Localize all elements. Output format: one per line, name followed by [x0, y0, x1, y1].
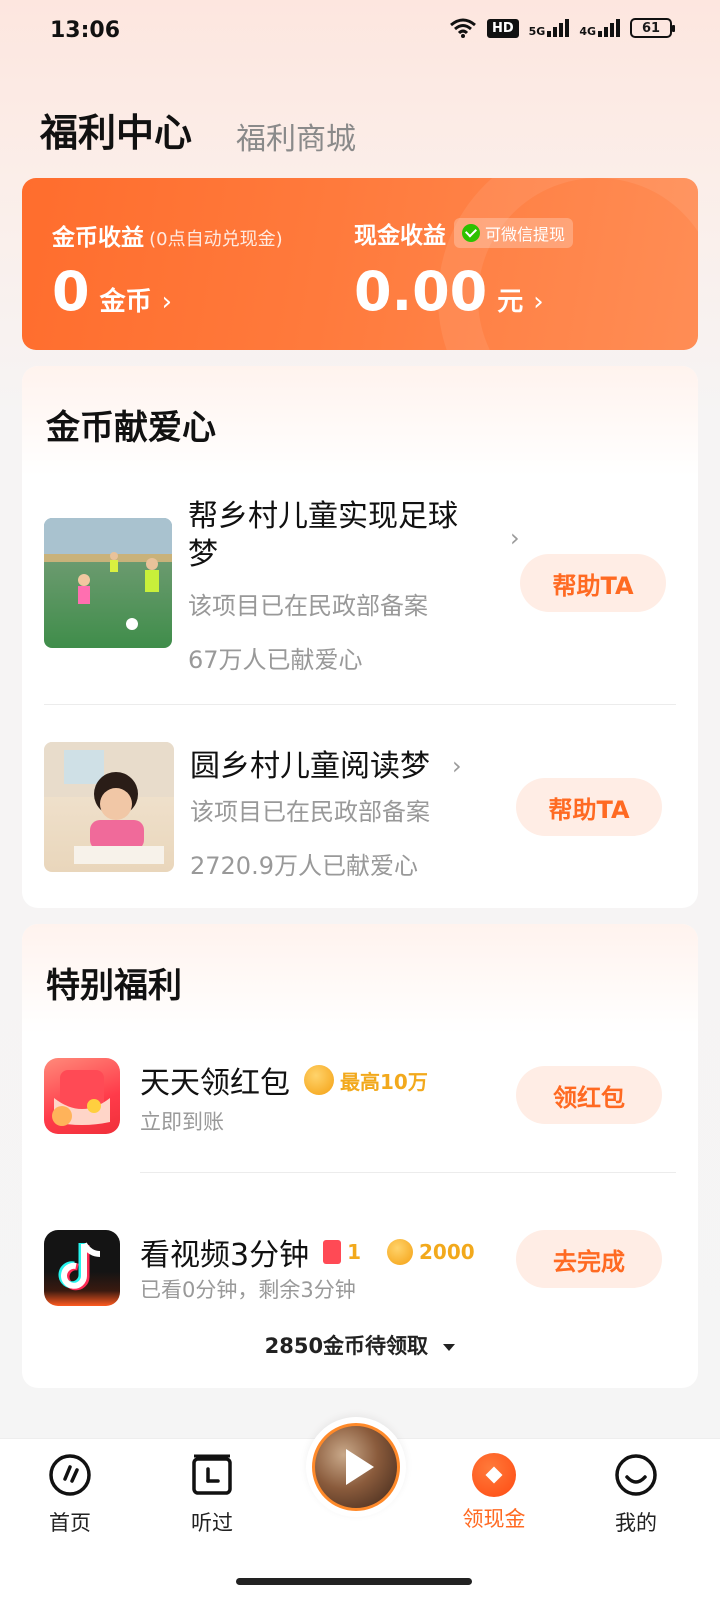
- coin-earnings-label: 金币收益: [52, 225, 144, 251]
- reading-project-thumbnail[interactable]: [44, 742, 174, 872]
- chevron-right-icon: ›: [161, 287, 172, 317]
- football-project-thumbnail[interactable]: [44, 518, 172, 648]
- coin-reward: 2000: [387, 1239, 475, 1265]
- home-icon: [49, 1454, 91, 1496]
- nav-history[interactable]: 听过: [162, 1453, 262, 1537]
- get-red-packet-button[interactable]: 领红包: [516, 1066, 662, 1124]
- complete-task-button[interactable]: 去完成: [516, 1230, 662, 1288]
- pending-coins-toggle[interactable]: 2850金币待领取: [22, 1330, 698, 1360]
- cash-unit: 元: [497, 287, 524, 317]
- signal-4g: 4G: [579, 19, 620, 37]
- help-button[interactable]: 帮助TA: [516, 778, 662, 836]
- donor-count: 67万人已献爱心: [188, 646, 363, 674]
- section-title: 特别福利: [46, 966, 182, 1006]
- red-packet-app-icon[interactable]: [44, 1058, 120, 1134]
- nav-get-cash[interactable]: 领现金: [444, 1453, 544, 1533]
- coin-icon: [387, 1239, 414, 1265]
- red-packet-title-row: 天天领红包 最高10万: [140, 1058, 428, 1102]
- cash-value-row[interactable]: 0.00 元 ›: [354, 260, 544, 323]
- signal-bars-icon: [598, 19, 620, 37]
- chevron-right-icon[interactable]: ›: [510, 524, 520, 552]
- signal-5g: 5G: [529, 19, 570, 37]
- chevron-right-icon[interactable]: ›: [452, 752, 462, 780]
- wechat-withdraw-badge: 可微信提现: [454, 218, 574, 248]
- nav-mine[interactable]: 我的: [586, 1453, 686, 1537]
- cash-value: 0.00: [354, 260, 488, 323]
- cash-diamond-icon: [472, 1453, 516, 1497]
- battery-icon: 61: [630, 18, 675, 38]
- chevron-right-icon: ›: [533, 287, 544, 317]
- video-task-title: 看视频3分钟: [140, 1238, 310, 1273]
- reading-girl-image: [44, 742, 174, 864]
- red-envelope-icon: [52, 1070, 110, 1126]
- tab-welfare-mall[interactable]: 福利商城: [236, 114, 356, 158]
- video-task-title-row: 看视频3分钟 1 2000: [140, 1230, 475, 1274]
- red-packet-reward: 1: [323, 1240, 361, 1264]
- wifi-icon: [449, 18, 476, 38]
- tab-welfare-center[interactable]: 福利中心: [40, 102, 192, 157]
- coin-value: 0: [52, 260, 90, 323]
- douyin-app-icon[interactable]: [44, 1230, 120, 1306]
- video-task-progress: 已看0分钟，剩余3分钟: [140, 1278, 356, 1302]
- coin-value-row[interactable]: 0 金币 ›: [52, 260, 172, 323]
- music-note-icon: [58, 1242, 101, 1291]
- bottom-nav: 首页 听过 领现金 我的: [0, 1417, 720, 1600]
- earnings-card: 金币收益 (0点自动兑现金) 0 金币 › 现金收益 可微信提现 0.00 元 …: [22, 178, 698, 350]
- project-registration-note: 该项目已在民政部备案: [188, 592, 428, 620]
- coin-label-row: 金币收益 (0点自动兑现金): [52, 218, 283, 252]
- hd-indicator: HD: [486, 18, 519, 38]
- special-benefits-section: 特别福利 天天领红包 最高10万 立即到账 领红包 看视频3分钟 1 2000 …: [22, 924, 698, 1388]
- signal-bars-icon: [547, 19, 570, 37]
- home-indicator: [236, 1578, 472, 1585]
- clock-icon: [192, 1454, 232, 1495]
- caret-down-icon: [443, 1343, 456, 1351]
- donor-count: 2720.9万人已献爱心: [190, 852, 418, 880]
- cash-label-row: 现金收益 可微信提现: [354, 216, 574, 250]
- status-icons: HD 5G 4G 61: [449, 18, 675, 38]
- now-playing-button[interactable]: [306, 1417, 406, 1517]
- section-title: 金币献爱心: [46, 408, 216, 448]
- project-registration-note: 该项目已在民政部备案: [190, 798, 430, 826]
- charity-section: 金币献爱心 帮乡村儿童实现足球 梦 › 该项目已在民政部备案 67万人已献爱心 …: [22, 366, 698, 908]
- wechat-icon: [462, 224, 480, 242]
- red-envelope-icon: [323, 1240, 342, 1264]
- coin-icon: [304, 1065, 334, 1095]
- reward-badge: 最高10万: [304, 1065, 428, 1095]
- red-packet-subtitle: 立即到账: [140, 1110, 224, 1134]
- nav-home[interactable]: 首页: [20, 1453, 120, 1537]
- cash-earnings-label: 现金收益: [354, 223, 446, 249]
- reading-project-title[interactable]: 圆乡村儿童阅读梦: [190, 748, 430, 786]
- coin-unit: 金币: [99, 287, 152, 317]
- play-icon: [346, 1449, 374, 1485]
- smiley-icon: [615, 1454, 657, 1496]
- red-packet-title: 天天领红包: [140, 1066, 290, 1101]
- football-project-title[interactable]: 帮乡村儿童实现足球 梦: [188, 498, 488, 574]
- coin-earnings-note: (0点自动兑现金): [149, 229, 283, 250]
- help-button[interactable]: 帮助TA: [520, 554, 666, 612]
- divider: [44, 704, 676, 705]
- football-kids-image: [44, 518, 172, 630]
- status-time: 13:06: [50, 18, 121, 43]
- divider: [140, 1172, 676, 1173]
